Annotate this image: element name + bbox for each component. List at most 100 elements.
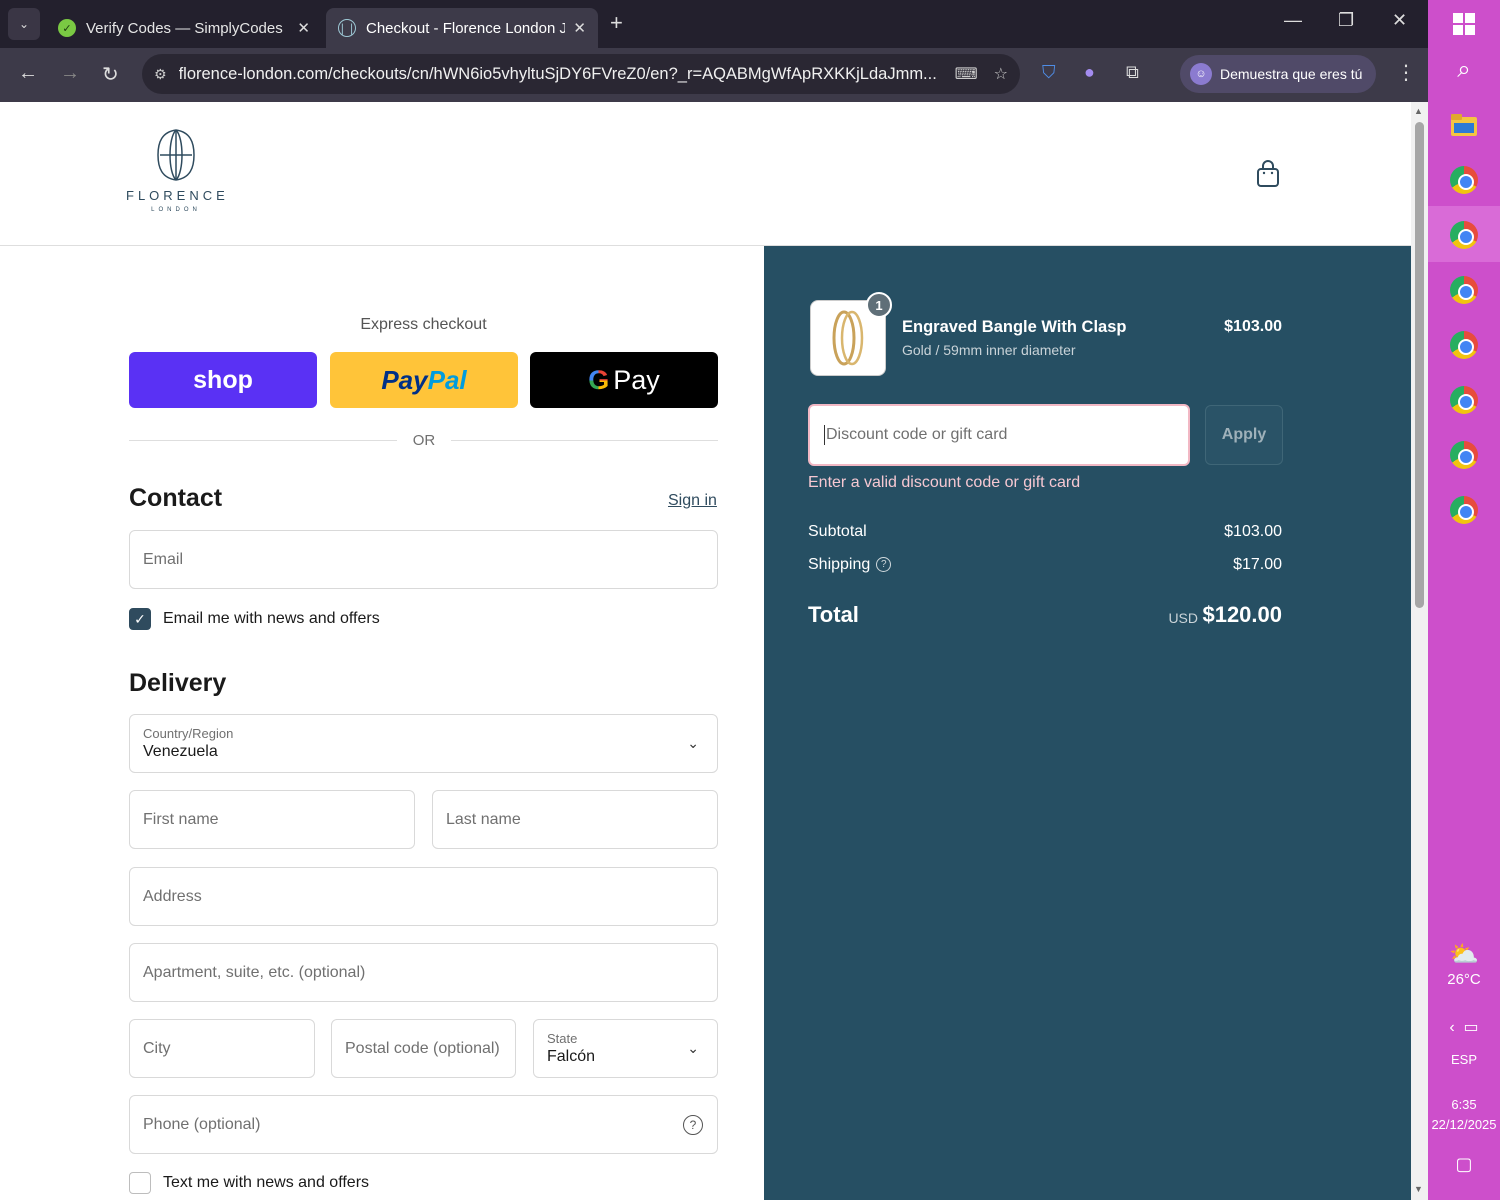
minimize-icon[interactable]: — bbox=[1284, 10, 1302, 31]
back-icon[interactable]: ← bbox=[18, 62, 38, 85]
url-text[interactable]: florence-london.com/checkouts/cn/hWN6io5… bbox=[179, 65, 939, 84]
country-select[interactable]: Country/Region Venezuela ⌄ bbox=[129, 714, 718, 773]
language-indicator[interactable]: ESP bbox=[1428, 1052, 1500, 1067]
forward-icon[interactable]: → bbox=[60, 62, 80, 85]
shipping-label: Shipping bbox=[808, 556, 871, 573]
google-pay-button[interactable]: G Pay bbox=[530, 352, 718, 408]
new-tab-icon[interactable]: + bbox=[610, 10, 623, 36]
chrome-profile-icon[interactable] bbox=[1450, 441, 1478, 469]
profile-button[interactable]: ☺ Demuestra que eres tú bbox=[1180, 55, 1376, 93]
logo-mark-icon bbox=[157, 129, 195, 181]
last-name-placeholder: Last name bbox=[446, 810, 521, 828]
chrome-profile-icon[interactable] bbox=[1450, 221, 1478, 249]
tab-close-icon[interactable]: ✕ bbox=[573, 19, 586, 37]
text-news-checkbox[interactable] bbox=[129, 1172, 151, 1194]
chrome-icon[interactable] bbox=[1450, 166, 1478, 194]
florence-favicon-icon: ❘❘ bbox=[338, 19, 356, 37]
help-icon[interactable]: ? bbox=[683, 1115, 703, 1135]
discount-error-message: Enter a valid discount code or gift card bbox=[808, 474, 1081, 491]
address-field[interactable]: Address bbox=[129, 867, 718, 926]
tab-simplycodes[interactable]: ✓ Verify Codes — SimplyCodes ✕ bbox=[46, 8, 322, 48]
star-icon[interactable]: ☆ bbox=[994, 64, 1008, 84]
email-news-label: Email me with news and offers bbox=[163, 610, 380, 627]
scroll-up-icon[interactable]: ▲ bbox=[1414, 106, 1423, 116]
state-label: State bbox=[547, 1031, 578, 1046]
chrome-profile-icon[interactable] bbox=[1450, 386, 1478, 414]
tab-close-icon[interactable]: ✕ bbox=[297, 19, 310, 37]
simplycodes-favicon-icon: ✓ bbox=[58, 19, 76, 37]
sign-in-link[interactable]: Sign in bbox=[668, 492, 717, 510]
subtotal-label: Subtotal bbox=[808, 523, 867, 540]
state-select[interactable]: State Falcón ⌄ bbox=[533, 1019, 718, 1078]
chrome-profile-icon[interactable] bbox=[1450, 276, 1478, 304]
apartment-field[interactable]: Apartment, suite, etc. (optional) bbox=[129, 943, 718, 1002]
window-close-icon[interactable]: ✕ bbox=[1392, 10, 1407, 31]
postal-code-field[interactable]: Postal code (optional) bbox=[331, 1019, 516, 1078]
chevron-down-icon: ⌄ bbox=[687, 1040, 699, 1056]
translate-icon[interactable]: ⌨ bbox=[955, 64, 978, 84]
cart-bag-icon[interactable] bbox=[1256, 160, 1280, 193]
checkout-main: Express checkout shop Pay Pal G Pay OR Co… bbox=[0, 246, 764, 1200]
phone-placeholder: Phone (optional) bbox=[143, 1115, 261, 1133]
menu-icon[interactable]: ⋮ bbox=[1396, 60, 1416, 85]
apartment-placeholder: Apartment, suite, etc. (optional) bbox=[143, 963, 366, 981]
phone-field[interactable]: Phone (optional) ? bbox=[129, 1095, 718, 1154]
reload-icon[interactable]: ↻ bbox=[102, 62, 119, 87]
delivery-title: Delivery bbox=[129, 669, 227, 697]
country-value: Venezuela bbox=[143, 743, 218, 760]
search-icon[interactable]: ⌕ bbox=[1450, 56, 1478, 84]
or-divider-label: OR bbox=[412, 432, 436, 449]
paypal-label-b: Pal bbox=[427, 364, 467, 395]
apply-button[interactable]: Apply bbox=[1205, 405, 1283, 465]
weather-icon[interactable]: ⛅ bbox=[1449, 940, 1479, 968]
subtotal-value: $103.00 bbox=[1224, 523, 1282, 540]
first-name-field[interactable]: First name bbox=[129, 790, 415, 849]
restore-icon[interactable]: ❐ bbox=[1338, 10, 1354, 31]
city-field[interactable]: City bbox=[129, 1019, 315, 1078]
scroll-thumb[interactable] bbox=[1415, 122, 1424, 608]
profile-label: Demuestra que eres tú bbox=[1220, 66, 1363, 82]
chrome-profile-icon[interactable] bbox=[1450, 496, 1478, 524]
weather-temp[interactable]: 26°C bbox=[1428, 971, 1500, 988]
chrome-profile-icon[interactable] bbox=[1450, 331, 1478, 359]
product-price: $103.00 bbox=[1224, 318, 1282, 335]
windows-taskbar: ⌕ ⛅ 26°C ‹ ▭ ESP 6:35 22/12/2025 ▢ bbox=[1428, 0, 1500, 1200]
scroll-down-icon[interactable]: ▼ bbox=[1414, 1184, 1423, 1194]
text-news-option[interactable]: Text me with news and offers bbox=[129, 1172, 369, 1194]
country-label: Country/Region bbox=[143, 726, 234, 741]
tab-title: Checkout - Florence London Je bbox=[366, 19, 566, 37]
city-placeholder: City bbox=[143, 1039, 171, 1057]
tab-search-button[interactable]: ⌄ bbox=[8, 8, 40, 40]
email-news-checkbox[interactable]: ✓ bbox=[129, 608, 151, 630]
google-pay-label: Pay bbox=[613, 364, 660, 395]
address-placeholder: Address bbox=[143, 887, 202, 905]
shipping-help-icon[interactable]: ? bbox=[876, 557, 892, 573]
email-field[interactable]: Email bbox=[129, 530, 718, 589]
site-info-icon[interactable]: ⚙ bbox=[154, 66, 167, 83]
tray-icons[interactable]: ‹ ▭ bbox=[1428, 1017, 1500, 1037]
puzzle-icon[interactable]: ⧉ bbox=[1126, 62, 1139, 83]
store-logo[interactable]: FLORENCE LONDON bbox=[126, 128, 226, 213]
notification-icon[interactable]: ▢ bbox=[1428, 1154, 1500, 1175]
shop-pay-button[interactable]: shop bbox=[129, 352, 317, 408]
clock-date[interactable]: 22/12/2025 bbox=[1428, 1117, 1500, 1132]
divider bbox=[129, 440, 397, 441]
address-bar[interactable]: ⚙ florence-london.com/checkouts/cn/hWN6i… bbox=[142, 54, 1020, 94]
email-news-option[interactable]: ✓ Email me with news and offers bbox=[129, 608, 380, 630]
google-g-icon: G bbox=[588, 364, 610, 395]
tab-title: Verify Codes — SimplyCodes bbox=[86, 19, 283, 37]
last-name-field[interactable]: Last name bbox=[432, 790, 718, 849]
text-news-label: Text me with news and offers bbox=[163, 1174, 370, 1191]
file-explorer-icon[interactable] bbox=[1450, 111, 1478, 139]
shield-extension-icon[interactable]: ⛉ bbox=[1042, 62, 1056, 83]
page-scrollbar[interactable]: ▲ ▼ bbox=[1411, 102, 1428, 1200]
tab-checkout[interactable]: ❘❘ Checkout - Florence London Je ✕ bbox=[326, 8, 598, 48]
extension-icon[interactable]: ● bbox=[1084, 62, 1095, 83]
product-name: Engraved Bangle With Clasp bbox=[902, 318, 1127, 336]
windows-start-icon[interactable] bbox=[1450, 10, 1478, 38]
browser-tab-bar: ⌄ ✓ Verify Codes — SimplyCodes ✕ ❘❘ Chec… bbox=[0, 0, 1428, 48]
clock-time[interactable]: 6:35 bbox=[1428, 1097, 1500, 1112]
profile-avatar-icon: ☺ bbox=[1190, 63, 1212, 85]
discount-input[interactable]: Discount code or gift card bbox=[808, 404, 1190, 466]
paypal-button[interactable]: Pay Pal bbox=[330, 352, 518, 408]
